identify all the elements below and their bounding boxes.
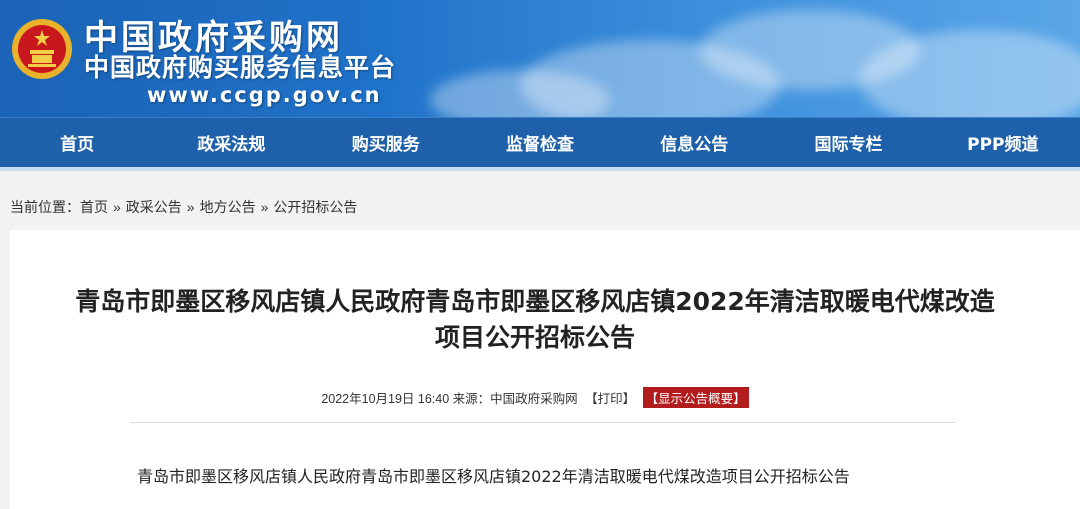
publish-datetime: 2022年10月19日 16:40 — [321, 392, 450, 406]
breadcrumb-separator: » — [113, 199, 121, 215]
show-summary-button[interactable]: 【显示公告概要】 — [642, 387, 749, 408]
article-source: 来源：中国政府采购网 — [452, 392, 578, 406]
article-meta: 2022年10月19日 16:40 来源：中国政府采购网 【打印】 【显示公告概… — [10, 387, 1060, 408]
site-subname: 中国政府购买服务信息平台 — [84, 53, 397, 82]
site-header: 中国政府采购网 中国政府购买服务信息平台 www.ccgp.gov.cn — [0, 0, 1080, 117]
main-nav: 首页 政采法规 购买服务 监督检查 信息公告 国际专栏 PPP频道 — [0, 117, 1080, 167]
article-panel: 青岛市即墨区移风店镇人民政府青岛市即墨区移风店镇2022年清洁取暖电代煤改造 项… — [10, 230, 1080, 509]
article-body-first-line: 青岛市即墨区移风店镇人民政府青岛市即墨区移风店镇2022年清洁取暖电代煤改造项目… — [137, 467, 850, 486]
nav-item-regulations[interactable]: 政采法规 — [154, 118, 308, 167]
site-url: www.ccgp.gov.cn — [147, 83, 382, 107]
nav-item-purchase-services[interactable]: 购买服务 — [309, 118, 463, 167]
breadcrumb-announcements-link[interactable]: 政采公告 — [126, 197, 182, 217]
meta-divider — [130, 422, 956, 423]
print-link[interactable]: 【打印】 — [585, 392, 635, 406]
nav-item-ppp[interactable]: PPP频道 — [926, 118, 1080, 167]
breadcrumb-separator: » — [186, 199, 195, 215]
site-name[interactable]: 中国政府采购网 — [84, 20, 343, 56]
nav-item-home[interactable]: 首页 — [0, 118, 154, 167]
national-emblem-icon[interactable] — [10, 16, 74, 82]
breadcrumb-local-link[interactable]: 地方公告 — [200, 197, 256, 217]
breadcrumb: 当前位置： 首页 » 政采公告 » 地方公告 » 公开招标公告 — [10, 197, 357, 217]
article-title: 青岛市即墨区移风店镇人民政府青岛市即墨区移风店镇2022年清洁取暖电代煤改造 项… — [10, 284, 1060, 356]
article-title-line1: 青岛市即墨区移风店镇人民政府青岛市即墨区移风店镇2022年清洁取暖电代煤改造 — [75, 287, 995, 316]
breadcrumb-prefix: 当前位置： — [10, 199, 80, 215]
article-title-line2: 项目公开招标公告 — [434, 323, 635, 352]
nav-item-international[interactable]: 国际专栏 — [771, 118, 925, 167]
breadcrumb-tender-link[interactable]: 公开招标公告 — [273, 197, 357, 217]
breadcrumb-home-link[interactable]: 首页 — [80, 197, 108, 217]
nav-item-supervision[interactable]: 监督检查 — [463, 118, 617, 167]
nav-divider — [0, 167, 1080, 171]
breadcrumb-separator: » — [260, 199, 269, 215]
nav-item-announcements[interactable]: 信息公告 — [617, 118, 771, 167]
